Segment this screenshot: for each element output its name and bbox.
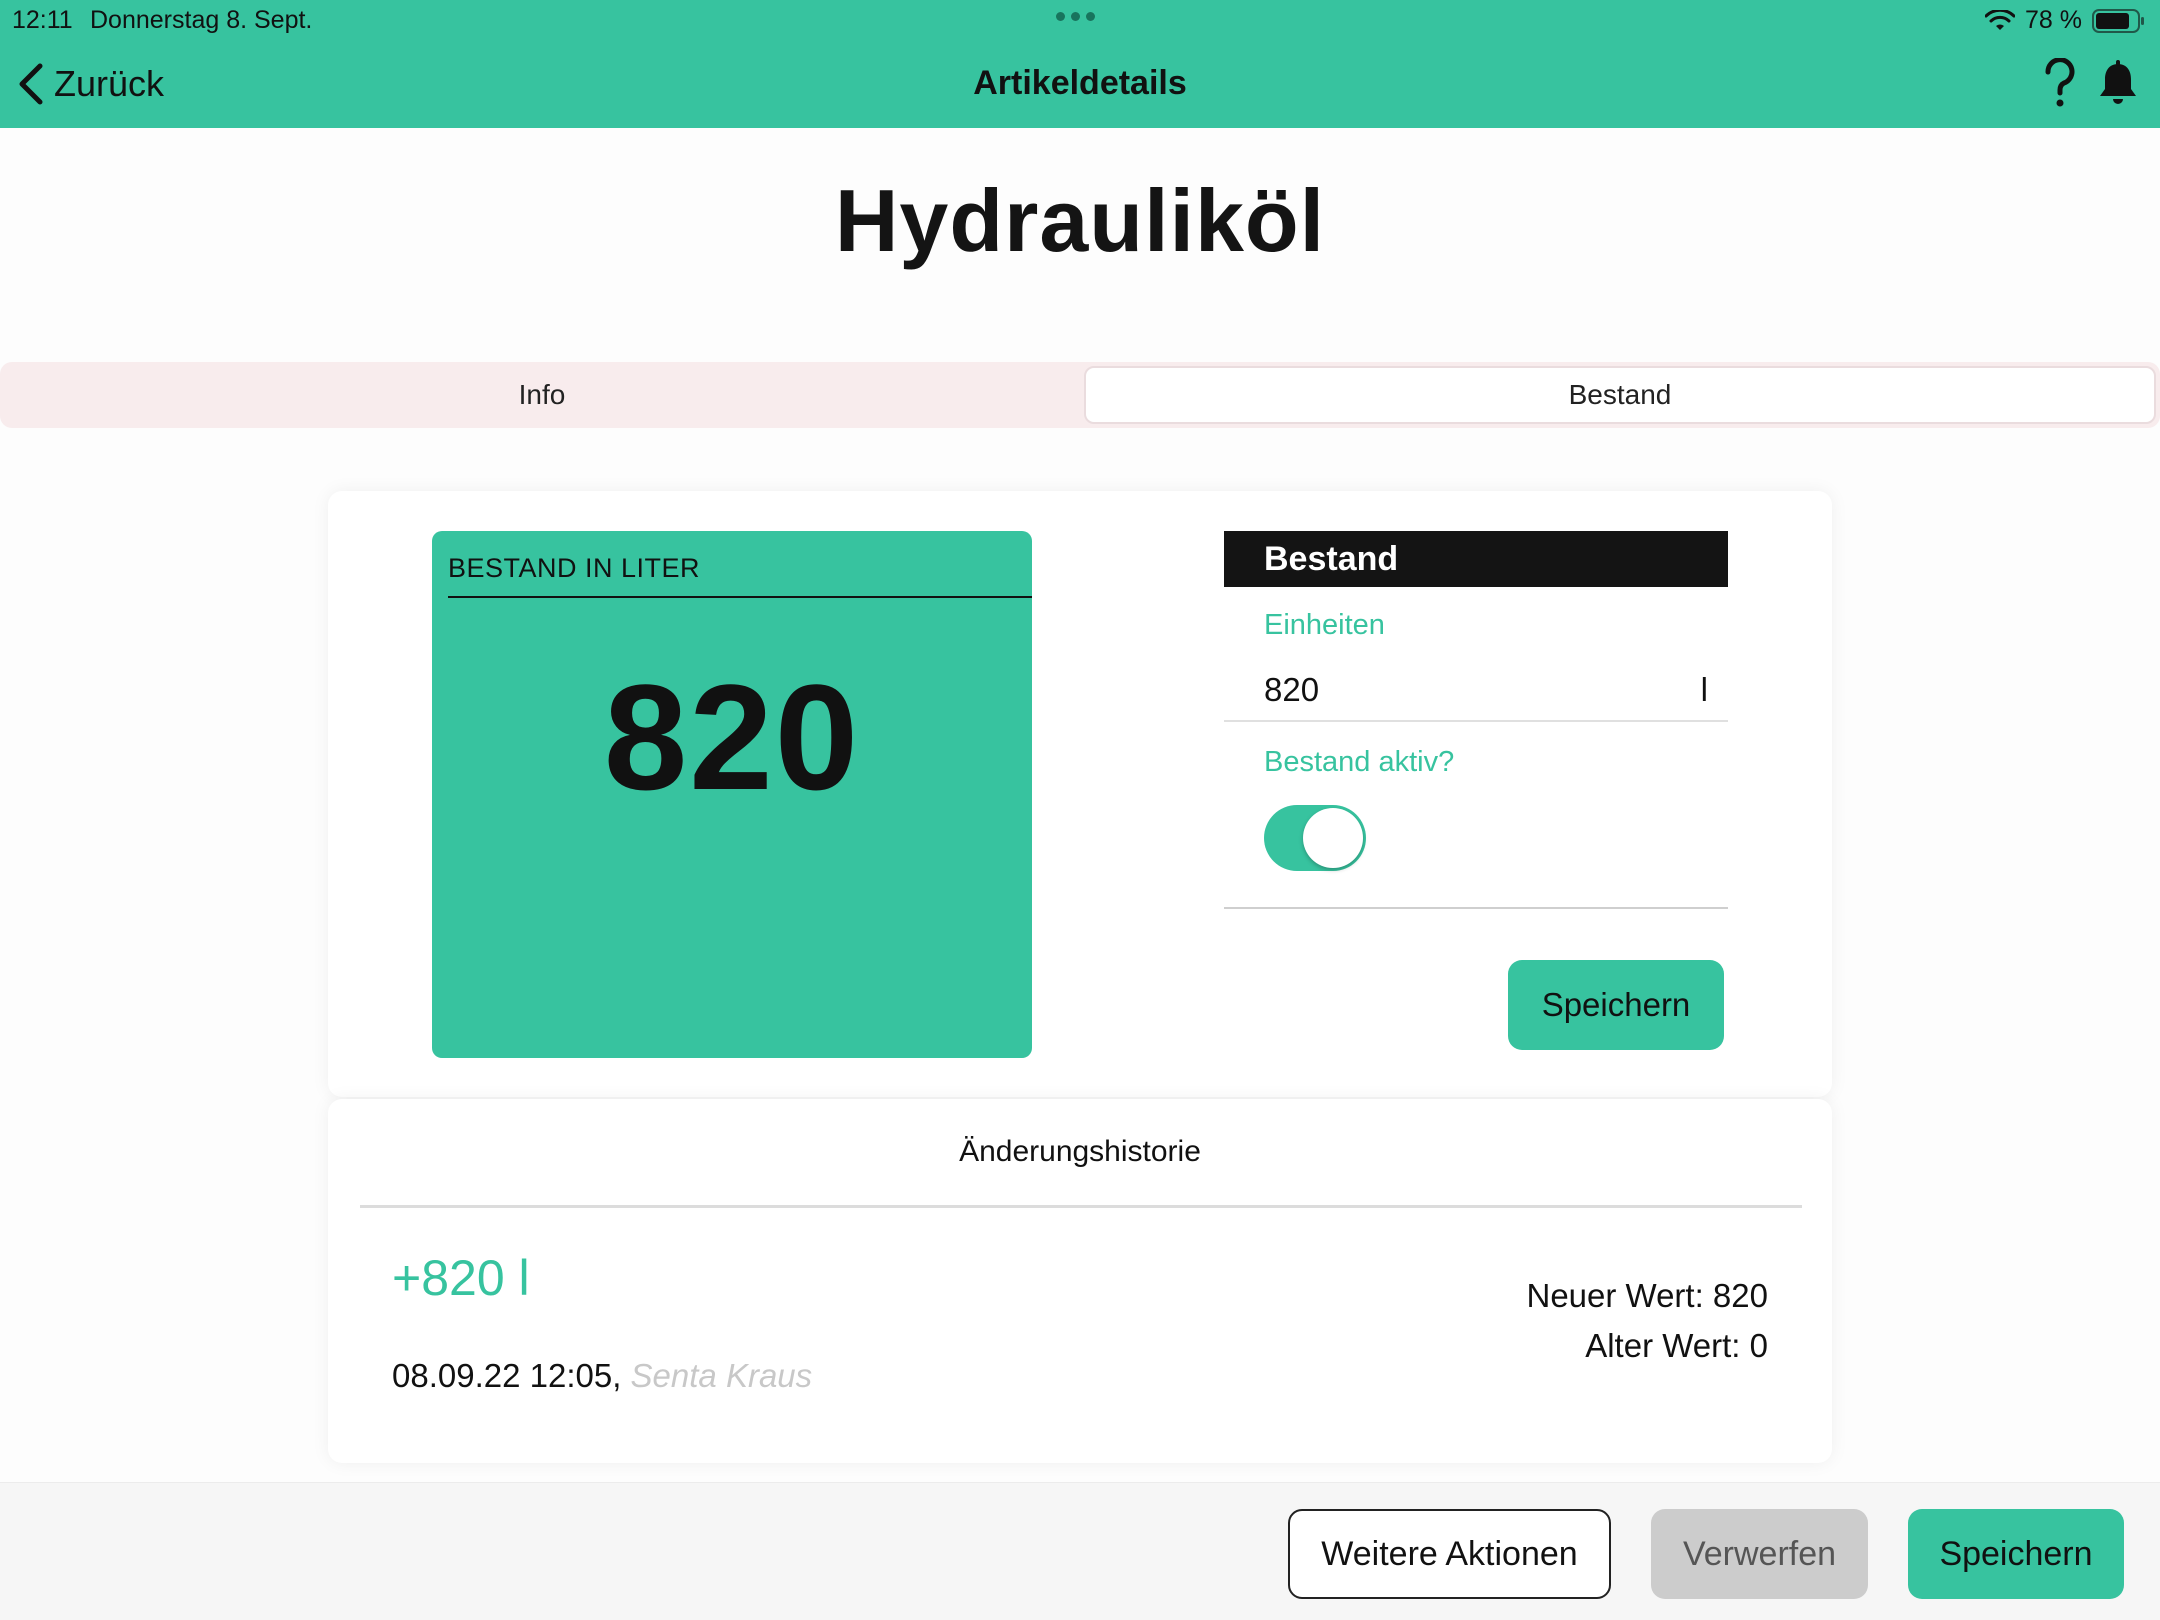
stock-tile-value: 820: [603, 653, 861, 821]
segmented-tabs: Info Bestand: [0, 362, 2160, 428]
bell-icon[interactable]: [2096, 60, 2140, 106]
toggle-knob: [1303, 808, 1363, 868]
history-meta: 08.09.22 12:05, Senta Kraus: [392, 1357, 812, 1395]
stock-form-header: Bestand: [1224, 531, 1728, 587]
tab-info[interactable]: Info: [4, 366, 1080, 424]
battery-icon: [2092, 8, 2144, 33]
history-divider: [360, 1205, 1802, 1208]
top-bar: 12:11 Donnerstag 8. Sept. 78 % Zurück Ar…: [0, 0, 2160, 128]
more-actions-button[interactable]: Weitere Aktionen: [1288, 1509, 1611, 1599]
status-right: 78 %: [1985, 6, 2146, 35]
tab-bestand[interactable]: Bestand: [1084, 366, 2156, 424]
stock-active-label: Bestand aktiv?: [1264, 746, 1455, 778]
nav-title: Artikeldetails: [973, 64, 1187, 102]
status-time: 12:11: [12, 6, 73, 34]
history-title: Änderungshistorie: [959, 1135, 1201, 1168]
stock-tile-header: BESTAND IN LITER: [448, 553, 1032, 598]
units-value[interactable]: 820: [1264, 671, 1319, 709]
product-title: Hydrauliköl: [834, 171, 1326, 270]
history-old-value: Alter Wert: 0: [1585, 1327, 1768, 1364]
page: 12:11 Donnerstag 8. Sept. 78 % Zurück Ar…: [0, 0, 2160, 1620]
history-card: Änderungshistorie +820 l 08.09.22 12:05,…: [328, 1099, 1832, 1463]
stock-card: BESTAND IN LITER 820 Bestand Einheiten 8…: [328, 491, 1832, 1097]
save-button[interactable]: Speichern: [1908, 1509, 2124, 1599]
stock-tile: BESTAND IN LITER 820: [432, 531, 1032, 1058]
discard-button[interactable]: Verwerfen: [1651, 1509, 1868, 1599]
stock-form: Bestand Einheiten 820 l Bestand aktiv?: [1224, 531, 1728, 909]
units-field[interactable]: 820 l: [1224, 660, 1728, 722]
wifi-icon: [1985, 9, 2016, 30]
question-mark-icon[interactable]: [2040, 58, 2080, 108]
history-user: Senta Kraus: [630, 1357, 813, 1394]
bottom-action-bar: Weitere Aktionen Verwerfen Speichern: [0, 1482, 2160, 1620]
stock-active-row: [1224, 779, 1728, 909]
history-timestamp: 08.09.22 12:05,: [392, 1357, 622, 1394]
battery-percent: 78 %: [2025, 6, 2082, 34]
multitasking-dots[interactable]: [1056, 12, 1095, 21]
units-unit: l: [1700, 671, 1708, 708]
units-label: Einheiten: [1264, 609, 1385, 641]
status-date: Donnerstag 8. Sept.: [90, 6, 313, 34]
history-change: +820 l: [392, 1250, 530, 1306]
stock-save-button[interactable]: Speichern: [1508, 960, 1724, 1050]
history-new-value: Neuer Wert: 820: [1526, 1277, 1768, 1314]
stock-active-toggle[interactable]: [1264, 805, 1366, 871]
